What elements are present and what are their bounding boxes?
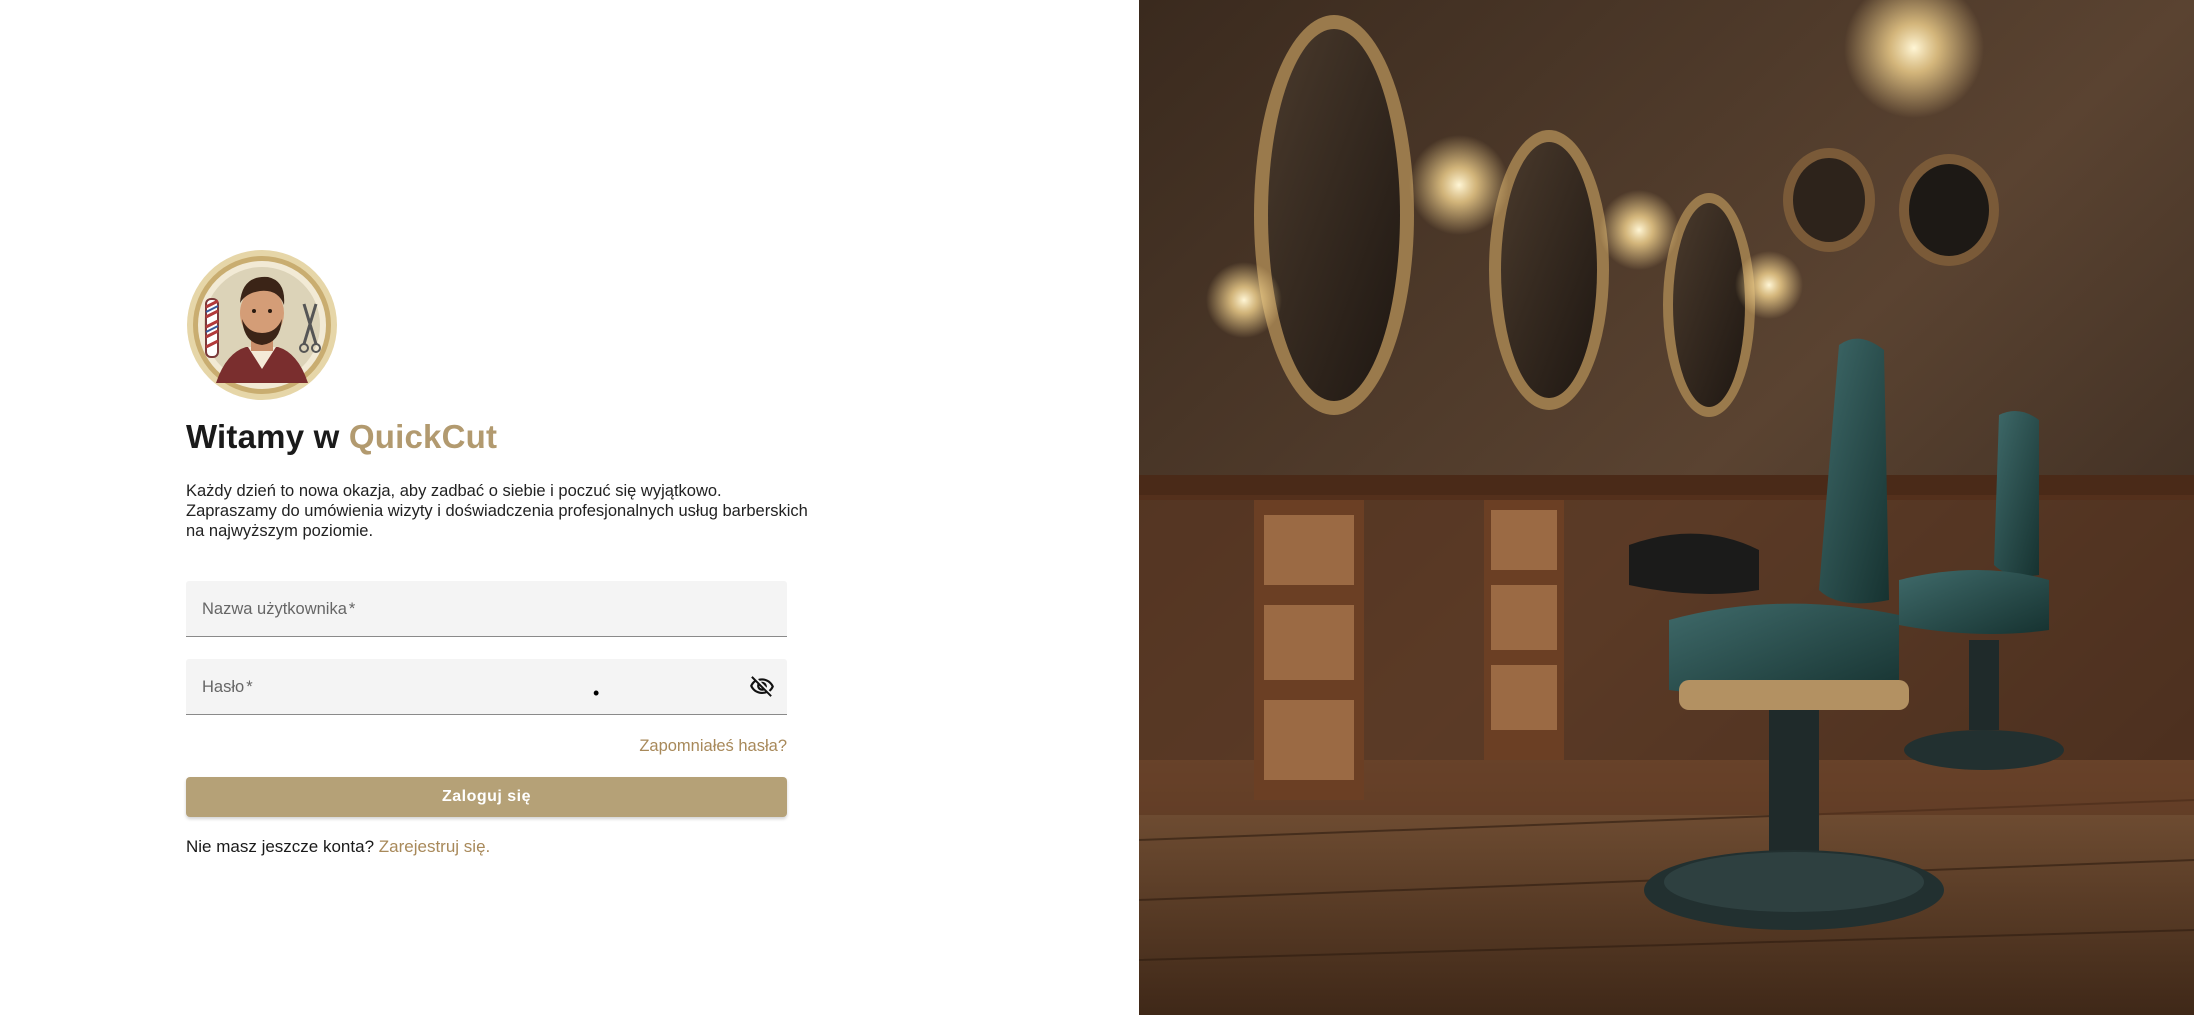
barber-logo [186, 249, 338, 401]
register-prompt: Nie masz jeszcze konta? Zarejestruj się. [186, 837, 490, 857]
register-text: Nie masz jeszcze konta? [186, 837, 375, 856]
password-field[interactable]: Hasło * • [186, 659, 787, 715]
brand-name: QuickCut [348, 418, 498, 455]
password-label: Hasło * [202, 678, 253, 696]
welcome-prefix: Witamy w [186, 418, 349, 455]
login-button[interactable]: Zaloguj się [186, 777, 787, 817]
eye-off-icon[interactable] [749, 674, 775, 700]
register-link[interactable]: Zarejestruj się. [379, 837, 490, 856]
forgot-password-link[interactable]: Zapomniałeś hasła? [600, 737, 787, 756]
welcome-title: Witamy w QuickCut [186, 418, 497, 456]
username-field[interactable]: Nazwa użytkownika * [186, 581, 787, 637]
intro-line-1: Każdy dzień to nowa okazja, aby zadbać o… [186, 482, 722, 500]
intro-line-2: Zapraszamy do umówienia wizyty i doświad… [186, 502, 808, 520]
username-label: Nazwa użytkownika * [202, 600, 356, 618]
login-panel: Witamy w QuickCut Każdy dzień to nowa ok… [0, 0, 1139, 1015]
mouse-cursor: • [593, 683, 600, 703]
intro-line-3: na najwyższym poziomie. [186, 522, 374, 540]
intro-text: Każdy dzień to nowa okazja, aby zadbać o… [186, 481, 808, 541]
barbershop-image [1139, 0, 2194, 1015]
